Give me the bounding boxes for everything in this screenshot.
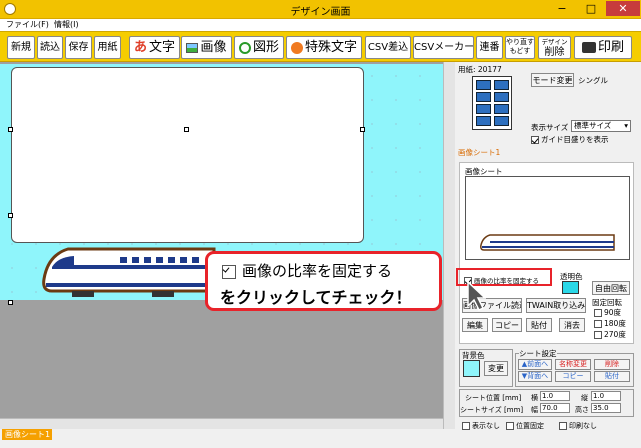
bg-color-change-button[interactable]: 変更 [484,361,508,376]
resize-handle[interactable] [8,300,13,305]
to-front-button[interactable]: ▲前面へ [518,359,552,370]
new-button[interactable]: 新規 [7,36,35,59]
display-size-label: 表示サイズ [531,123,569,132]
toolbar: 新規 読込 保存 用紙 あ文字 画像 図形 特殊文字 CSV差込 CSVメーカー… [0,31,641,62]
image-sheet-tab-label: 画像シート1 [458,148,501,157]
mode-change-button[interactable]: モード変更 [531,73,574,87]
menu-file[interactable]: ファイル(F) [6,19,49,31]
callout-line-2: をクリックしてチェック！ [220,288,412,307]
checkbox-icon [594,309,602,317]
w-label: 幅 [531,406,538,414]
menu-bar: ファイル(F) 情報(I) [0,19,641,31]
special-text-icon [290,41,303,54]
train-image [42,247,216,297]
open-button[interactable]: 読込 [37,36,63,59]
csv-insert-button[interactable]: CSV差込 [365,36,411,59]
display-size-select[interactable]: 標準サイズ ▾ [571,120,631,132]
printer-icon [581,42,596,53]
resize-handle[interactable] [8,213,13,218]
checkbox-icon [594,331,602,339]
sheet-size-label: シートサイズ [mm] [460,406,524,414]
sheet-pos-label: シート位置 [mm] [465,394,522,402]
resize-handle[interactable] [360,127,365,132]
y-label: 縦 [581,394,588,402]
hide-checkbox[interactable]: 表示なし [462,421,500,431]
guide-checkbox[interactable]: ガイド目盛りを表示 [531,134,609,145]
special-text-button[interactable]: 特殊文字 [286,36,362,59]
save-button[interactable]: 保存 [65,36,92,59]
minimize-button[interactable]: − [548,1,576,16]
resize-handle[interactable] [8,127,13,132]
text-icon: あ [133,40,147,55]
shape-button[interactable]: 図形 [234,36,284,59]
mouse-pointer-icon [467,280,486,312]
x-input[interactable]: 1.0 [540,391,570,401]
sequence-button[interactable]: 連番 [476,36,503,59]
image-frame[interactable] [11,67,364,243]
erase-button[interactable]: 消去 [559,318,585,332]
paper-label: 用紙: 20177 [458,65,502,74]
checkbox-icon [531,136,539,144]
y-input[interactable]: 1.0 [591,391,621,401]
rotate-180-checkbox[interactable]: 180度 [594,318,626,329]
pos-fixed-checkbox[interactable]: 位置固定 [506,421,544,431]
rotate-270-checkbox[interactable]: 270度 [594,329,626,340]
vertical-scrollbar[interactable] [443,62,455,429]
transparent-color-swatch[interactable] [562,281,579,294]
checkbox-icon [506,422,514,430]
paper-preview [472,76,512,130]
image-thumbnail[interactable] [465,176,630,260]
sheet-tab[interactable]: 画像シート1 [2,429,52,440]
menu-info[interactable]: 情報(I) [54,19,79,31]
free-rotate-button[interactable]: 自由回転 [592,281,630,295]
sheet-copy-button[interactable]: コピー [555,371,591,382]
picture-icon [186,42,199,53]
design-delete-button[interactable]: デザイン 削除 [538,36,571,59]
no-print-checkbox[interactable]: 印刷なし [559,421,597,431]
text-button[interactable]: あ文字 [129,36,180,59]
sheet-delete-button[interactable]: 削除 [594,359,630,370]
window-title: デザイン画面 [290,7,351,18]
to-back-button[interactable]: ▼背面へ [518,371,552,382]
print-button[interactable]: 印刷 [574,36,632,59]
mode-value: シングル [578,76,608,85]
horizontal-scrollbar[interactable] [0,418,443,429]
checkbox-icon [594,320,602,328]
circle-icon [238,41,251,54]
image-button[interactable]: 画像 [181,36,232,59]
bg-color-swatch[interactable] [463,360,480,377]
train-thumbnail [480,234,615,251]
checkbox-icon [462,422,470,430]
chevron-down-icon: ▾ [624,121,628,130]
w-input[interactable]: 70.0 [540,403,570,413]
instruction-callout: 画像の比率を固定する をクリックしてチェック！ [205,251,442,311]
checkbox-icon [559,422,567,430]
maximize-button[interactable]: □ [577,1,605,16]
paste-button[interactable]: 貼付 [526,318,552,332]
resize-handle[interactable] [184,127,189,132]
callout-line-1: 画像の比率を固定する [222,260,392,281]
sheet-paste-button[interactable]: 貼付 [594,371,630,382]
h-label: 高さ [575,406,589,414]
h-input[interactable]: 35.0 [591,403,621,413]
checkbox-icon [222,264,236,279]
x-label: 横 [531,394,538,402]
rotate-90-checkbox[interactable]: 90度 [594,307,621,318]
csv-maker-button[interactable]: CSVメーカー [413,36,474,59]
edit-button[interactable]: 編集 [462,318,488,332]
rename-button[interactable]: 名称変更 [555,359,591,370]
title-bar: デザイン画面 − □ ✕ [0,0,641,19]
sheet-setting-label: シート設定 [519,348,557,359]
paper-button[interactable]: 用紙 [94,36,121,59]
twain-load-button[interactable]: TWAIN取り込み [526,298,586,313]
close-button[interactable]: ✕ [606,1,640,16]
copy-button[interactable]: コピー [492,318,522,332]
redo-undo-button[interactable]: やり直す もどす [505,36,535,59]
